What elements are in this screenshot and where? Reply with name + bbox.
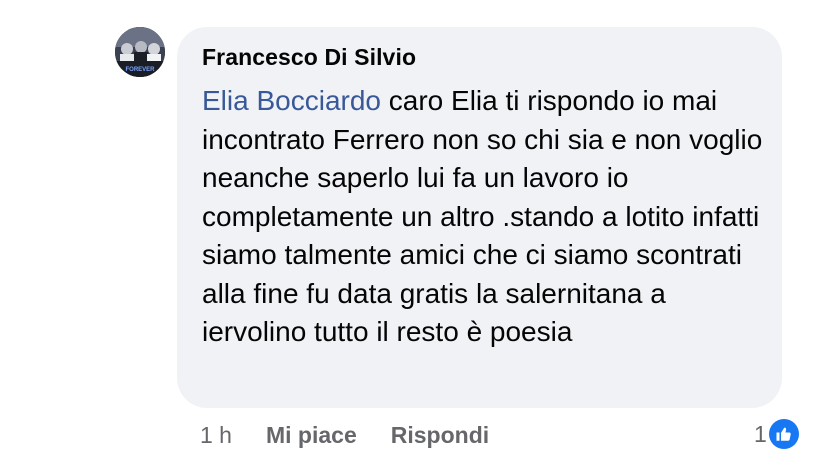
reply-button[interactable]: Rispondi [391,422,489,449]
avatar-caption: FOREVER [125,67,155,73]
comment-screen: FOREVER Francesco Di Silvio Elia Bocciar… [0,0,828,449]
mention-link[interactable]: Elia Bocciardo [202,85,381,116]
reaction-summary[interactable]: 1 [754,418,799,449]
avatar-image: FOREVER [115,27,165,77]
comment-bubble: Francesco Di Silvio Elia Bocciardo caro … [177,27,782,408]
comment-actions: 1 h Mi piace Rispondi [200,420,489,449]
comment-timestamp[interactable]: 1 h [200,422,232,449]
like-button[interactable]: Mi piace [266,422,357,449]
comment-body: Elia Bocciardo caro Elia ti rispondo io … [202,82,772,352]
comment-author[interactable]: Francesco Di Silvio [202,44,416,71]
comment-text: caro Elia ti rispondo io mai incontrato … [202,85,763,347]
thumbs-up-icon [768,419,799,449]
reaction-count: 1 [754,420,767,447]
avatar[interactable]: FOREVER [115,27,165,77]
